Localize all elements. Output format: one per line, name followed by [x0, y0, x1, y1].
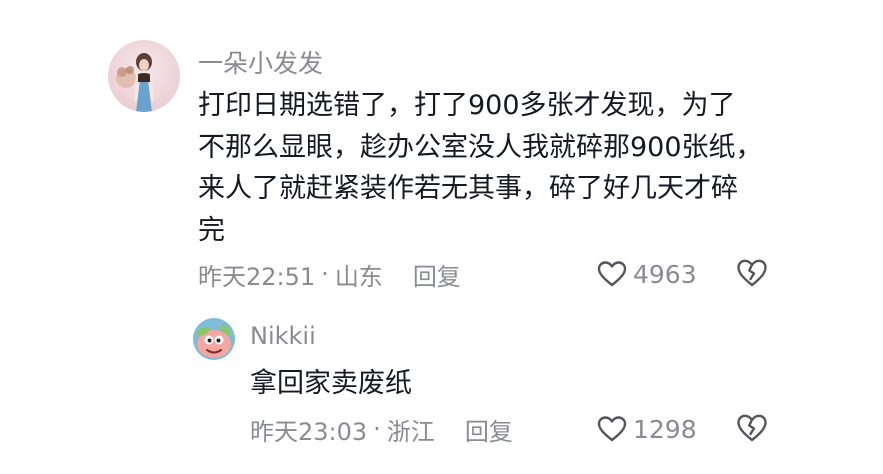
comment-text: 拿回家卖废纸: [250, 364, 412, 404]
like-button[interactable]: 4963: [597, 258, 697, 290]
like-count: 4963: [633, 259, 697, 289]
comment-meta: 昨天23:03 · 浙江 回复: [250, 412, 513, 446]
dislike-button[interactable]: [736, 258, 768, 288]
comment-text-line: 来人了就赶紧装作若无其事，碎了好几天才碎: [198, 173, 738, 204]
comment-text-line: 打印日期选错了，打了900多张才发现，为了: [198, 90, 736, 121]
comment-username[interactable]: Nikkii: [250, 322, 316, 350]
comment-text-line: 拿回家卖废纸: [250, 368, 412, 399]
avatar-image: [193, 318, 235, 360]
comment-location: 山东: [334, 262, 383, 291]
meta-separator: ·: [321, 260, 329, 288]
like-button[interactable]: 1298: [597, 412, 697, 446]
comment-meta: 昨天22:51 · 山东 回复: [198, 257, 461, 292]
heart-outline-icon: [597, 416, 627, 442]
comment-time: 昨天22:51: [198, 262, 316, 291]
avatar[interactable]: [193, 318, 235, 360]
comment-location: 浙江: [386, 417, 435, 446]
comment-text: 打印日期选错了，打了900多张才发现，为了 不那么显眼，趁办公室没人我就碎那90…: [198, 85, 763, 251]
reply-button[interactable]: 回复: [465, 412, 513, 447]
meta-separator: ·: [373, 415, 381, 443]
avatar[interactable]: [108, 40, 180, 112]
broken-heart-icon: [737, 259, 767, 287]
like-count: 1298: [633, 414, 697, 444]
comment-text-line: 不那么显眼，趁办公室没人我就碎那900张纸，: [198, 131, 763, 163]
heart-outline-icon: [597, 261, 627, 287]
avatar-image: [108, 40, 180, 112]
comment-text-line: 完: [198, 214, 225, 246]
reply-button[interactable]: 回复: [413, 257, 461, 292]
comment-username[interactable]: 一朵小发发: [198, 44, 323, 80]
comment-item: 一朵小发发 打印日期选错了，打了900多张才发现，为了 不那么显眼，趁办公室没人…: [0, 0, 883, 300]
dislike-button[interactable]: [736, 413, 768, 443]
comment-time: 昨天23:03: [250, 417, 368, 446]
reply-item: Nikkii 拿回家卖废纸 昨天23:03 · 浙江 回复 1298: [0, 300, 883, 474]
broken-heart-icon: [737, 414, 767, 442]
